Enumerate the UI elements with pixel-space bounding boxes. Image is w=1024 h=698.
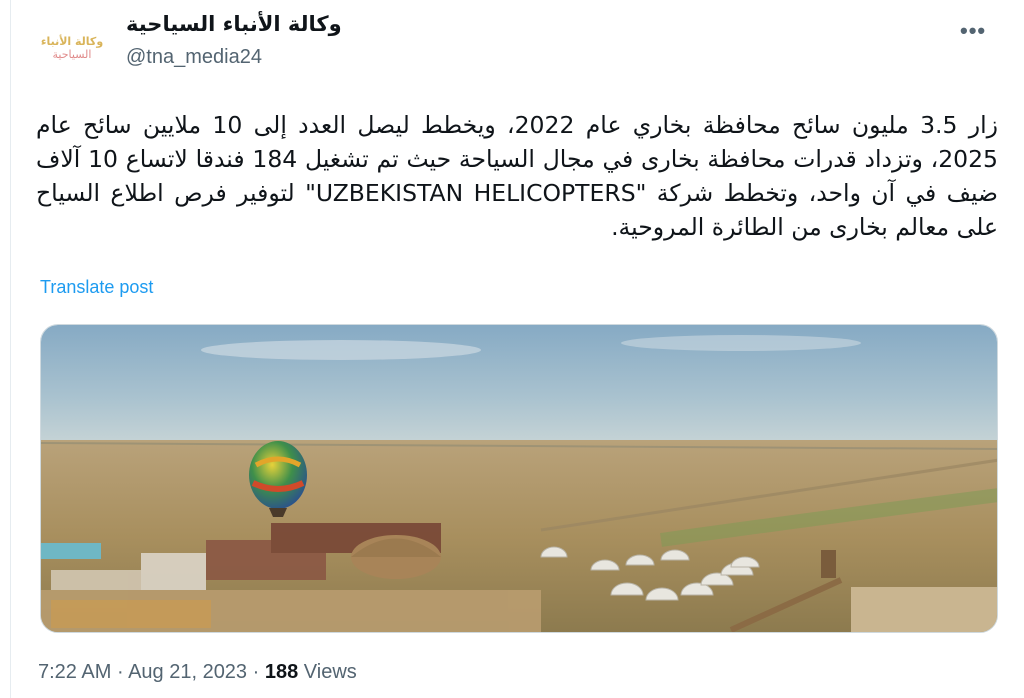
views-label: Views	[298, 661, 357, 683]
translate-post-link[interactable]: Translate post	[40, 277, 153, 298]
timeline-divider	[10, 0, 11, 698]
post-time[interactable]: 7:22 AM	[38, 661, 111, 683]
more-horizontal-icon[interactable]: •••	[960, 18, 986, 44]
meta-separator: ·	[111, 661, 129, 683]
tweet-text: زار 3.5 مليون سائح محافظة بخاري عام 2022…	[36, 111, 999, 241]
meta-separator: ·	[247, 661, 265, 683]
post-date[interactable]: Aug 21, 2023	[128, 661, 247, 683]
tweet-meta: 7:22 AM · Aug 21, 2023 · 188 Views	[38, 661, 357, 684]
tweet-card: وكالة الأنباء السياحية وكالة الأنباء الس…	[0, 0, 1024, 698]
display-name[interactable]: وكالة الأنباء السياحية	[126, 12, 342, 36]
avatar-logo-line1: وكالة الأنباء	[40, 35, 104, 48]
avatar[interactable]: وكالة الأنباء السياحية	[38, 14, 106, 82]
user-handle[interactable]: @tna_media24	[126, 46, 262, 69]
views-count: 188	[264, 661, 299, 683]
tweet-photo[interactable]	[40, 324, 998, 633]
desert-camp-photo	[41, 325, 997, 632]
avatar-logo-line2: السياحية	[52, 48, 92, 61]
